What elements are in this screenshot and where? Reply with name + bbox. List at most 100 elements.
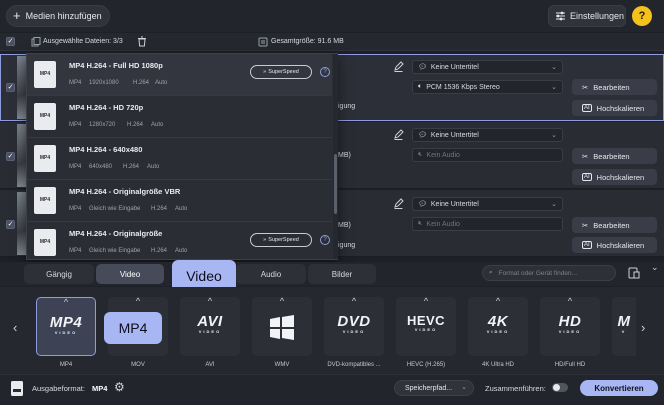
tab-video[interactable]: Video [96,264,164,284]
convert-button[interactable]: Konvertieren [580,380,658,396]
superspeed-badge[interactable]: » SuperSpeed [250,65,312,79]
format-tile-4k[interactable]: ^ 4K VIDEO [468,296,528,356]
format-tile-hd[interactable]: ^ HD VIDEO [540,296,600,356]
edit-label: Bearbeiten [593,151,630,161]
ai-icon: AI [582,173,592,181]
avi-logo: AVI VIDEO [197,313,223,334]
format-tile-hevc[interactable]: ^ HEVC VIDEO [396,296,456,356]
row-partial-label: igung [338,242,356,249]
merge-label: Zusammenführen: [485,384,546,393]
scrollbar-thumb[interactable] [334,154,337,214]
preset-fps: Auto [147,164,160,170]
chevron-down-icon: ⌄ [461,384,467,391]
ai-icon: AI [582,104,592,112]
edit-button[interactable]: ✂ Bearbeiten [572,79,657,95]
preset-item[interactable]: MP4 MP4 H.264 - Originalgröße VBR MP4 Gl… [27,180,332,222]
upscale-label: Hochskalieren [596,172,645,182]
audio-select[interactable]: 🔇︎ Kein Audio [412,217,563,231]
preset-title: MP4 H.264 - Originalgröße [69,229,163,238]
subtitle-select[interactable]: 💬︎ Keine Untertitel ⌄ [412,128,563,142]
search-placeholder: Format oder Gerät finden... [498,269,578,277]
tab-images[interactable]: Bilder [308,264,376,284]
format-tile-dvd[interactable]: ^ DVD VIDEO [324,296,384,356]
selected-files-count: Ausgewählte Dateien: 3/3 [43,38,123,45]
preset-item[interactable]: MP4 MP4 H.264 - HD 720p MP4 1280x720 H.2… [27,96,332,138]
superspeed-badge[interactable]: » SuperSpeed [250,233,312,247]
merge-toggle[interactable] [552,383,568,392]
subtitle-select[interactable]: 💬︎ Keine Untertitel ⌄ [412,60,563,74]
preset-item[interactable]: MP4 MP4 H.264 - Full HD 1080p MP4 1920x1… [27,54,332,96]
chevron-up-icon: ^ [612,297,636,306]
audio-select[interactable]: 🔈︎ PCM 1536 Kbps Stereo ⌄ [412,80,563,94]
subtitle-select[interactable]: 💬︎ Keine Untertitel ⌄ [412,197,563,211]
add-media-label: Medien hinzufügen [25,11,102,21]
save-path-select[interactable]: Speicherpfad... ⌄ [394,380,474,396]
audio-select[interactable]: 🔇︎ Kein Audio [412,148,563,162]
upscale-button[interactable]: AI Hochskalieren [572,100,657,116]
chevron-up-icon: ^ [423,296,429,306]
format-label: 4K Ultra HD [481,362,514,368]
preset-resolution: 640x480 [89,164,113,170]
scissors-icon: ✂ [582,220,589,230]
row-checkbox[interactable]: ✓ [6,83,15,92]
collapse-panel-icon[interactable]: ⌄ [651,262,659,273]
preset-title: MP4 H.264 - Originalgröße VBR [69,187,181,196]
upscale-label: Hochskalieren [596,103,645,113]
edit-title-icon[interactable] [393,61,404,72]
format-label: MOV [131,362,145,368]
gear-icon[interactable]: ⚙ [114,380,125,394]
edit-button[interactable]: ✂ Bearbeiten [572,217,657,233]
chevron-up-icon: ^ [495,296,501,306]
add-media-button[interactable]: + Medien hinzufügen [6,5,110,27]
tab-audio[interactable]: Audio [236,264,306,284]
help-button[interactable]: ? [632,6,652,26]
scissors-icon: ✂ [582,82,589,92]
edit-title-icon[interactable] [393,198,404,209]
format-tile-wmv[interactable]: ^ [252,296,312,356]
preset-dropdown: MP4 MP4 H.264 - Full HD 1080p MP4 1920x1… [26,53,338,260]
help-circle-icon[interactable]: ? [320,67,330,77]
format-label: HD/Full HD [554,362,586,368]
upscale-button[interactable]: AI Hochskalieren [572,169,657,185]
speech-bubble-icon: 💬︎ [418,201,427,208]
output-format-value: MP4 [92,384,108,393]
edit-button[interactable]: ✂ Bearbeiten [572,148,657,164]
chevron-left-icon[interactable]: ‹ [13,320,17,335]
search-icon: ⌕ [489,269,493,276]
preset-item[interactable]: MP4 MP4 H.264 - Originalgröße MP4 Gleich… [27,222,332,264]
subtitle-value: Keine Untertitel [430,200,479,208]
mp4-file-icon [11,381,23,396]
format-search-input[interactable]: ⌕ Format oder Gerät finden... [482,265,616,281]
preset-title: MP4 H.264 - HD 720p [69,103,144,112]
row-checkbox[interactable]: ✓ [6,220,15,229]
tab-popular[interactable]: Gängig [24,264,94,284]
trash-icon[interactable] [137,36,147,47]
mp4-callout: MP4 [104,312,162,344]
chevron-right-icon[interactable]: › [641,320,645,335]
speech-bubble-icon: 💬︎ [418,64,427,71]
format-tile-partial[interactable]: ^ MV [612,297,636,356]
row-checkbox[interactable]: ✓ [6,152,15,161]
help-circle-icon[interactable]: ? [320,235,330,245]
select-all-checkbox[interactable]: ✓ [6,37,15,46]
preset-format: MP4 [69,80,82,86]
upscale-button[interactable]: AI Hochskalieren [572,237,657,253]
device-settings-icon[interactable] [628,267,640,279]
format-label: HEVC (H.265) [406,362,446,368]
chevron-down-icon: ⌄ [551,132,557,139]
settings-button[interactable]: Einstellungen [548,5,626,27]
preset-item[interactable]: MP4 MP4 H.264 - 640x480 MP4 640x480 H.26… [27,138,332,180]
mp4-file-icon: MP4 [34,61,56,88]
row-size-partial: MB) [338,222,351,229]
edit-title-icon[interactable] [393,129,404,140]
format-tile-avi[interactable]: ^ AVI VIDEO [180,296,240,356]
preset-resolution: 1920x1080 [89,80,119,86]
preset-fps: Auto [151,122,164,128]
format-tile-mp4[interactable]: ^ MP4 VIDEO [36,297,96,356]
mp4-file-icon: MP4 [34,145,56,172]
dropdown-scrollbar[interactable] [333,54,338,259]
audio-value: Kein Audio [426,220,460,228]
upscale-label: Hochskalieren [596,240,645,250]
edit-label: Bearbeiten [593,82,630,92]
format-label: AVI [205,362,215,368]
